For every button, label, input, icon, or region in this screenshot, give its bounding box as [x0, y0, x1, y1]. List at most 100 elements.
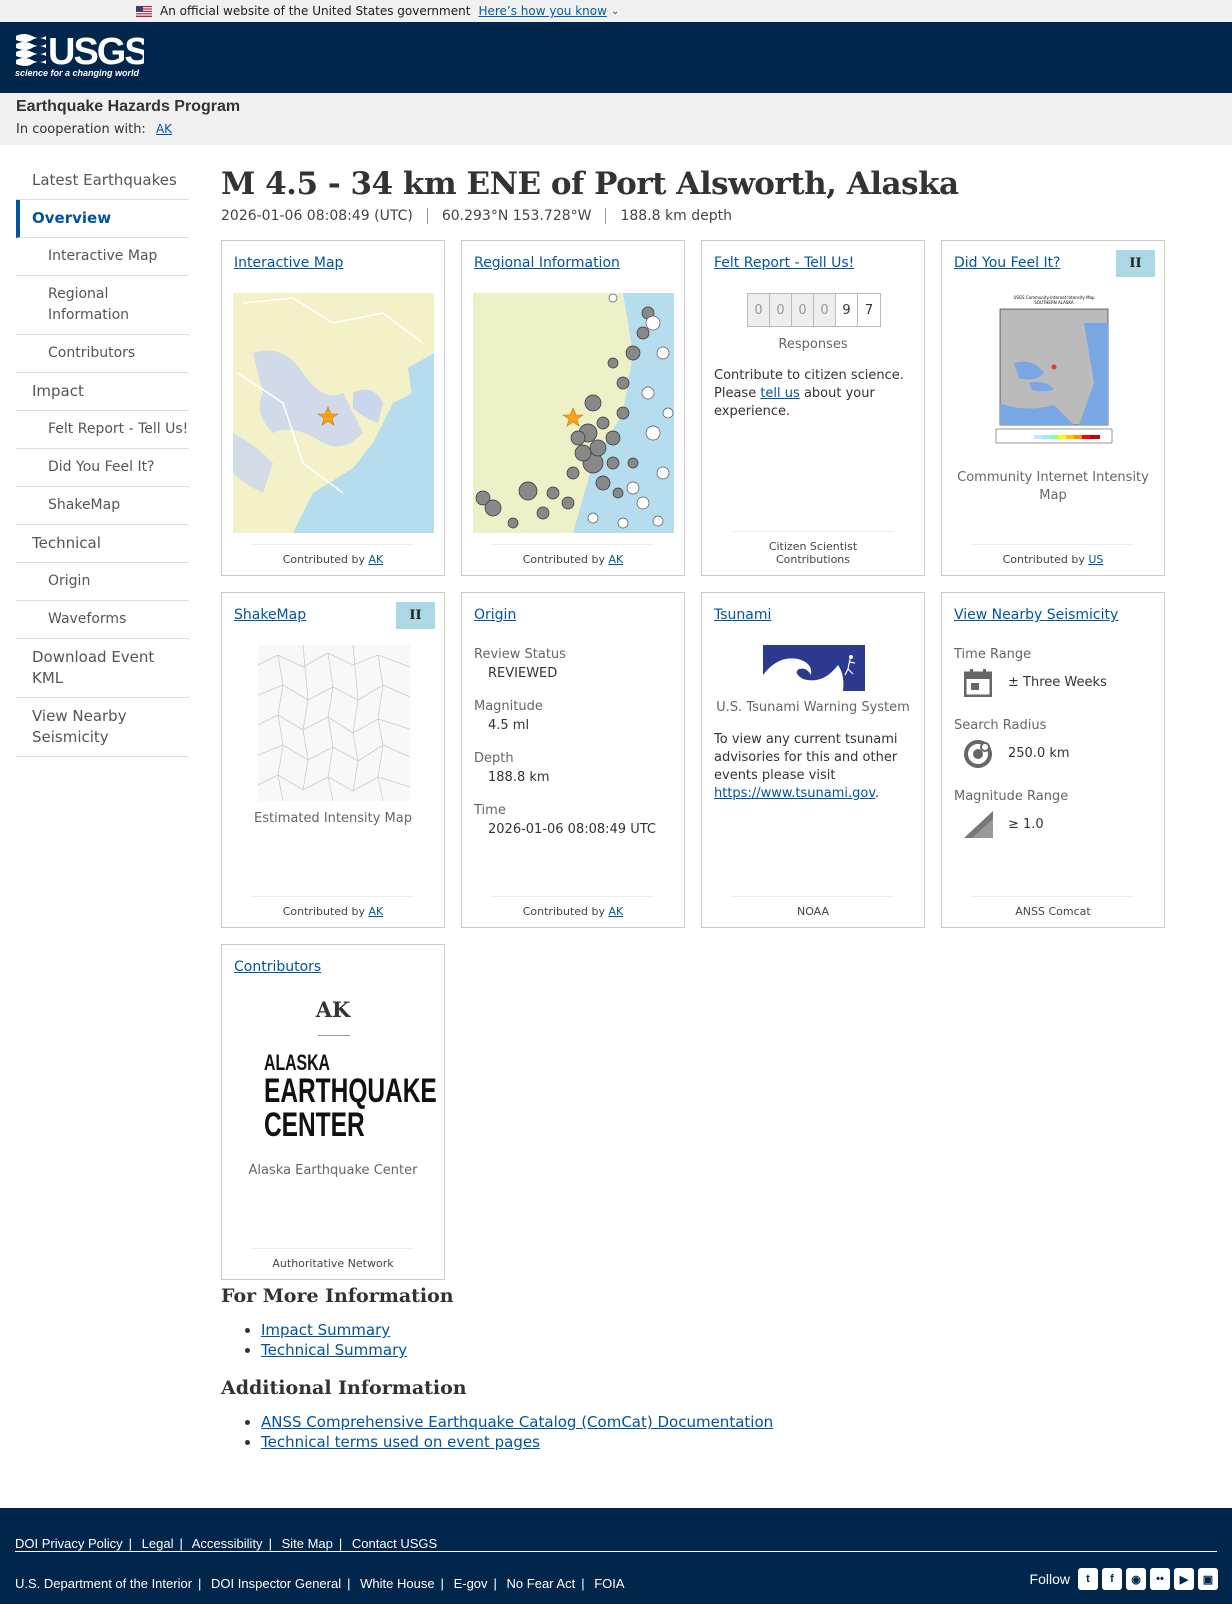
card-tsunami[interactable]: Tsunami U.S. Tsunami Warning System To v… — [701, 592, 925, 928]
instagram-icon[interactable]: ▣ — [1198, 1568, 1218, 1590]
sidebar-item-impact[interactable]: Impact — [16, 373, 189, 411]
card-dyfi[interactable]: Did You Feel It? II USGS Community Inter… — [941, 240, 1165, 576]
facebook-icon[interactable]: f — [1102, 1568, 1122, 1590]
follow-label: Follow — [1029, 1571, 1070, 1587]
twitter-icon[interactable]: t — [1078, 1568, 1098, 1590]
dyfi-contributor-link[interactable]: US — [1088, 553, 1103, 566]
regional-map-image[interactable] — [473, 293, 674, 533]
tsunami-wave-icon — [763, 645, 865, 691]
footer-link-privacy[interactable]: DOI Privacy Policy — [15, 1536, 123, 1551]
interactive-map-image[interactable] — [233, 293, 434, 533]
technical-terms-link[interactable]: Technical terms used on event pages — [261, 1433, 540, 1451]
shakemap-contributor-link[interactable]: AK — [369, 905, 384, 918]
program-title[interactable]: Earthquake Hazards Program — [16, 98, 1216, 116]
card-interactive-map[interactable]: Interactive Map Contributed by AK — [221, 240, 445, 576]
shakemap-footer: Contributed by AK — [252, 896, 414, 918]
dyfi-link[interactable]: Did You Feel It? — [954, 255, 1061, 271]
event-depth: 188.8 km depth — [620, 208, 732, 224]
contributors-footer: Authoritative Network — [252, 1248, 414, 1270]
tell-us-link[interactable]: tell us — [760, 386, 799, 401]
footer-link-foia[interactable]: FOIA — [594, 1576, 624, 1591]
magnitude-range-label: Magnitude Range — [954, 789, 1069, 804]
sidebar-item-latest-earthquakes[interactable]: Latest Earthquakes — [16, 162, 189, 200]
regional-footer: Contributed by AK — [492, 544, 654, 566]
additional-info-heading: Additional Information — [221, 1377, 467, 1399]
footer-link-no-fear[interactable]: No Fear Act — [507, 1576, 576, 1591]
impact-summary-link[interactable]: Impact Summary — [261, 1321, 390, 1339]
felt-report-link[interactable]: Felt Report - Tell Us! — [714, 255, 854, 271]
sidebar-item-shakemap[interactable]: ShakeMap — [16, 487, 189, 525]
shakemap-image[interactable] — [258, 645, 410, 801]
contributors-link[interactable]: Contributors — [234, 959, 321, 975]
site-header: USGS science for a changing world — [0, 22, 1232, 93]
youtube-icon[interactable]: ▶ — [1174, 1568, 1194, 1590]
coop-link-ak[interactable]: AK — [156, 122, 172, 136]
footer-link-legal[interactable]: Legal — [142, 1536, 174, 1551]
counter-digit: 0 — [792, 294, 814, 326]
depth-value: 188.8 km — [488, 770, 550, 785]
how-you-know-link[interactable]: Here’s how you know — [478, 4, 607, 18]
interactive-map-contributor-link[interactable]: AK — [369, 553, 384, 566]
interactive-map-footer: Contributed by AK — [252, 544, 414, 566]
contributor-caption: Alaska Earthquake Center — [248, 1163, 418, 1178]
footer-link-egov[interactable]: E-gov — [454, 1576, 488, 1591]
sidebar-item-nearby-seismicity[interactable]: View Nearby Seismicity — [16, 698, 189, 757]
time-range-label: Time Range — [954, 647, 1032, 662]
sidebar-item-contributors[interactable]: Contributors — [16, 335, 189, 373]
sidebar-item-interactive-map[interactable]: Interactive Map — [16, 238, 189, 276]
origin-contributor-link[interactable]: AK — [609, 905, 624, 918]
footer-link-white-house[interactable]: White House — [360, 1576, 434, 1591]
page-title: M 4.5 - 34 km ENE of Port Alsworth, Alas… — [221, 166, 959, 202]
nearby-seismicity-link[interactable]: View Nearby Seismicity — [954, 607, 1118, 623]
card-origin[interactable]: Origin Review Status REVIEWED Magnitude … — [461, 592, 685, 928]
counter-digit: 0 — [770, 294, 792, 326]
origin-link[interactable]: Origin — [474, 607, 516, 623]
alaska-earthquake-center-logo: ALASKA EARTHQUAKE CENTER — [264, 1050, 437, 1144]
main-content: M 4.5 - 34 km ENE of Port Alsworth, Alas… — [221, 162, 1221, 1453]
card-shakemap[interactable]: ShakeMap II Estimated Intensity Map Cont… — [221, 592, 445, 928]
footer-link-inspector-general[interactable]: DOI Inspector General — [211, 1576, 341, 1591]
card-regional-information[interactable]: Regional Information Contributed by AK — [461, 240, 685, 576]
card-felt-report[interactable]: Felt Report - Tell Us! 0 0 0 0 9 7 Respo… — [701, 240, 925, 576]
usgs-logo[interactable]: USGS science for a changing world — [14, 30, 144, 80]
tsunami-gov-link[interactable]: https://www.tsunami.gov — [714, 786, 875, 801]
footer-link-accessibility[interactable]: Accessibility — [192, 1536, 263, 1551]
regional-contributor-link[interactable]: AK — [609, 553, 624, 566]
sidebar-item-origin[interactable]: Origin — [16, 563, 189, 601]
interactive-map-link[interactable]: Interactive Map — [234, 255, 343, 271]
flickr-icon[interactable]: •• — [1150, 1568, 1170, 1590]
sidebar-item-did-you-feel-it[interactable]: Did You Feel It? — [16, 449, 189, 487]
list-item: Impact Summary — [261, 1321, 1221, 1339]
footer-link-contact[interactable]: Contact USGS — [352, 1536, 437, 1551]
magnitude-wedge-icon — [964, 811, 993, 838]
counter-digit: 7 — [858, 294, 880, 326]
sidebar-item-regional-information[interactable]: Regional Information — [16, 276, 189, 335]
felt-description: Contribute to citizen science. Please te… — [714, 368, 904, 419]
shakemap-link[interactable]: ShakeMap — [234, 607, 306, 623]
footer-divider — [15, 1551, 1217, 1552]
comcat-docs-link[interactable]: ANSS Comprehensive Earthquake Catalog (C… — [261, 1413, 773, 1431]
card-nearby-seismicity[interactable]: View Nearby Seismicity Time Range ± Thre… — [941, 592, 1165, 928]
regional-information-link[interactable]: Regional Information — [474, 255, 620, 271]
list-item: Technical Summary — [261, 1341, 1221, 1359]
sidebar-item-technical[interactable]: Technical — [16, 525, 189, 563]
footer-links-secondary: U.S. Department of the Interior | DOI Ins… — [15, 1576, 625, 1591]
tsunami-link[interactable]: Tsunami — [714, 607, 771, 623]
tsunami-description: To view any current tsunami advisories f… — [714, 732, 898, 801]
technical-summary-link[interactable]: Technical Summary — [261, 1341, 407, 1359]
origin-footer: Contributed by AK — [492, 896, 654, 918]
magnitude-range-value: ≥ 1.0 — [1008, 817, 1044, 832]
sidebar-item-overview[interactable]: Overview — [16, 200, 189, 238]
nearby-footer: ANSS Comcat — [972, 896, 1134, 918]
dyfi-map-image[interactable]: USGS Community Internet Intensity Map SO… — [994, 293, 1114, 449]
card-contributors[interactable]: Contributors AK ALASKA EARTHQUAKE CENTER… — [221, 944, 445, 1280]
footer-link-doi[interactable]: U.S. Department of the Interior — [15, 1576, 192, 1591]
footer-link-site-map[interactable]: Site Map — [282, 1536, 333, 1551]
chevron-down-icon[interactable]: ⌄ — [611, 6, 619, 17]
sidebar-item-download-kml[interactable]: Download Event KML — [16, 639, 189, 698]
sidebar-item-waveforms[interactable]: Waveforms — [16, 601, 189, 639]
github-icon[interactable]: ◉ — [1126, 1568, 1146, 1590]
event-time: 2026-01-06 08:08:49 (UTC) — [221, 208, 428, 224]
sidebar-item-felt-report[interactable]: Felt Report - Tell Us! — [16, 411, 189, 449]
search-radius-value: 250.0 km — [1008, 746, 1070, 761]
